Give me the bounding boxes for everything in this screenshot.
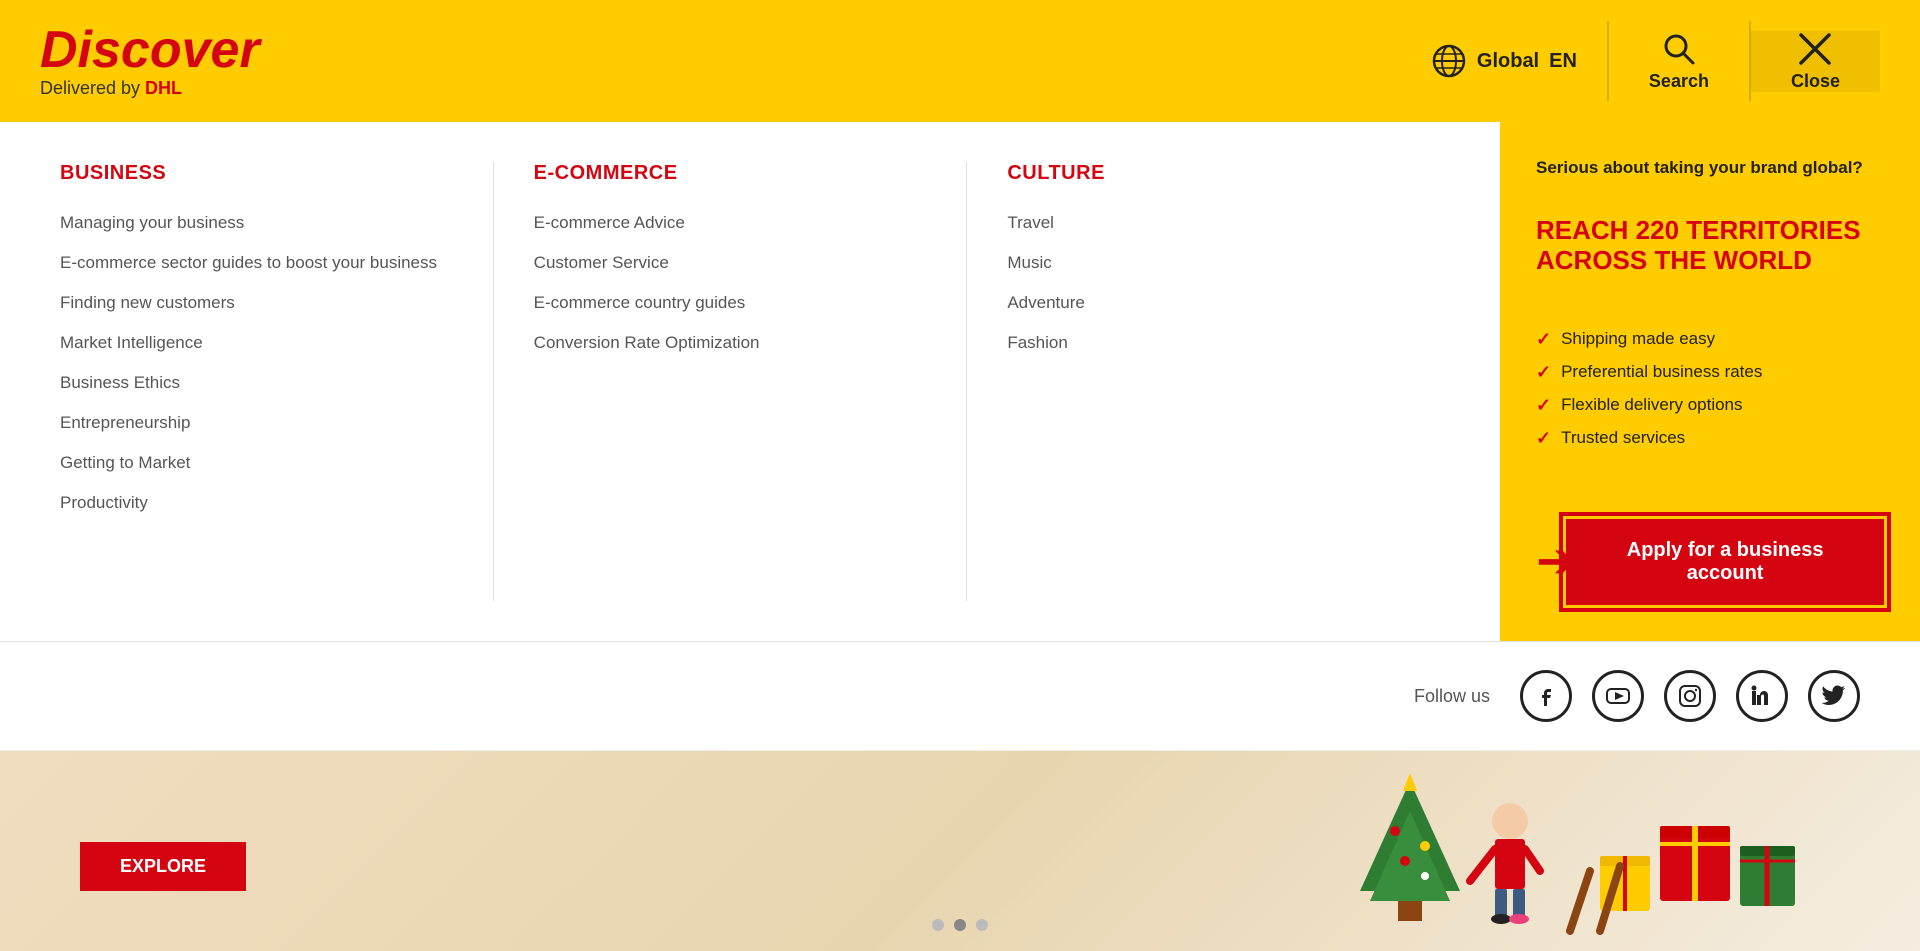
- nav-link-ecommerce-guides[interactable]: E-commerce sector guides to boost your b…: [60, 253, 453, 273]
- carousel-dot-3[interactable]: [976, 919, 988, 931]
- check-icon-1: ✓: [1536, 329, 1551, 350]
- hero-bottom: EXPLORE: [0, 751, 1920, 951]
- carousel-dot-2[interactable]: [954, 919, 966, 931]
- close-button[interactable]: Close: [1751, 31, 1880, 92]
- follow-label: Follow us: [1414, 686, 1490, 707]
- promo-subtitle: Serious about taking your brand global?: [1536, 158, 1884, 178]
- nav-column-culture: CULTURE Travel Music Adventure Fashion: [1007, 162, 1440, 601]
- logo-subtitle: Delivered by DHL: [40, 78, 260, 99]
- nav-link-fashion[interactable]: Fashion: [1007, 333, 1400, 353]
- promo-box: Serious about taking your brand global? …: [1500, 122, 1920, 641]
- close-icon: [1797, 31, 1833, 67]
- twitter-icon[interactable]: [1808, 670, 1860, 722]
- nav-link-adventure[interactable]: Adventure: [1007, 293, 1400, 313]
- promo-cta-row: ➔ Apply for a business account: [1536, 519, 1884, 605]
- nav-column-business: BUSINESS Managing your business E-commer…: [60, 162, 494, 601]
- promo-item-2: ✓Preferential business rates: [1536, 362, 1884, 383]
- nav-link-entrepreneurship[interactable]: Entrepreneurship: [60, 413, 453, 433]
- instagram-icon[interactable]: [1664, 670, 1716, 722]
- nav-link-conversion[interactable]: Conversion Rate Optimization: [534, 333, 927, 353]
- hero-gifts-svg: [1240, 771, 1840, 951]
- nav-business-title: BUSINESS: [60, 162, 453, 185]
- search-button[interactable]: Search: [1609, 31, 1749, 92]
- nav-link-managing[interactable]: Managing your business: [60, 213, 453, 233]
- facebook-icon[interactable]: [1520, 670, 1572, 722]
- promo-item-1: ✓Shipping made easy: [1536, 329, 1884, 350]
- globe-icon: [1431, 43, 1467, 79]
- search-label: Search: [1649, 71, 1709, 92]
- promo-item-4: ✓Trusted services: [1536, 428, 1884, 449]
- promo-title: REACH 220 TERRITORIES ACROSS THE WORLD: [1536, 216, 1884, 276]
- nav-link-business-ethics[interactable]: Business Ethics: [60, 373, 453, 393]
- lang-label: EN: [1549, 50, 1577, 73]
- promo-item-3: ✓Flexible delivery options: [1536, 395, 1884, 416]
- nav-columns: BUSINESS Managing your business E-commer…: [0, 122, 1500, 641]
- nav-link-ecommerce-advice[interactable]: E-commerce Advice: [534, 213, 927, 233]
- nav-link-customer-service[interactable]: Customer Service: [534, 253, 927, 273]
- youtube-icon[interactable]: [1592, 670, 1644, 722]
- global-selector[interactable]: Global EN: [1401, 43, 1607, 79]
- nav-ecommerce-title: E-COMMERCE: [534, 162, 927, 185]
- nav-link-productivity[interactable]: Productivity: [60, 493, 453, 513]
- nav-link-ecommerce-country[interactable]: E-commerce country guides: [534, 293, 927, 313]
- logo[interactable]: Discover Delivered by DHL: [40, 24, 260, 99]
- check-icon-4: ✓: [1536, 428, 1551, 449]
- header-right: Global EN Search Close: [1401, 21, 1880, 101]
- promo-arrow-icon: ➔: [1536, 538, 1576, 586]
- nav-column-ecommerce: E-COMMERCE E-commerce Advice Customer Se…: [534, 162, 968, 601]
- nav-dropdown: BUSINESS Managing your business E-commer…: [0, 122, 1920, 642]
- apply-business-account-button[interactable]: Apply for a business account: [1566, 519, 1884, 605]
- nav-link-finding-customers[interactable]: Finding new customers: [60, 293, 453, 313]
- search-icon: [1661, 31, 1697, 67]
- global-label: Global: [1477, 50, 1539, 73]
- linkedin-icon[interactable]: [1736, 670, 1788, 722]
- close-label: Close: [1791, 71, 1840, 92]
- logo-discover: Discover: [40, 24, 260, 76]
- hero-illustration: EXPLORE: [0, 751, 1920, 951]
- check-icon-3: ✓: [1536, 395, 1551, 416]
- carousel-dot-1[interactable]: [932, 919, 944, 931]
- promo-checklist: ✓Shipping made easy ✓Preferential busine…: [1536, 329, 1884, 461]
- hero-cta-button[interactable]: EXPLORE: [80, 842, 246, 891]
- carousel-dots: [932, 919, 988, 931]
- nav-link-music[interactable]: Music: [1007, 253, 1400, 273]
- nav-link-getting-to-market[interactable]: Getting to Market: [60, 453, 453, 473]
- check-icon-2: ✓: [1536, 362, 1551, 383]
- follow-row: Follow us: [0, 642, 1920, 751]
- nav-link-market-intelligence[interactable]: Market Intelligence: [60, 333, 453, 353]
- nav-culture-title: CULTURE: [1007, 162, 1400, 185]
- site-header: Discover Delivered by DHL Global EN Sear…: [0, 0, 1920, 122]
- nav-link-travel[interactable]: Travel: [1007, 213, 1400, 233]
